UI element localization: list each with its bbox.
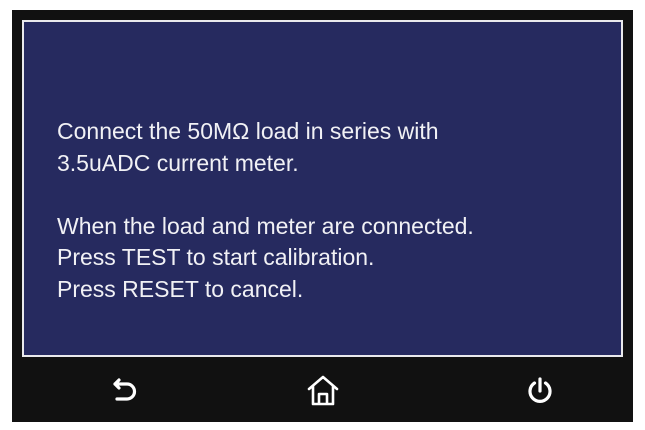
footer-bar — [12, 359, 633, 422]
message-panel: Connect the 50MΩ load in series with 3.5… — [22, 20, 623, 357]
instruction-line-2: 3.5uADC current meter. — [57, 149, 299, 176]
back-arrow-icon — [110, 376, 140, 406]
power-button[interactable] — [516, 367, 564, 415]
home-icon — [306, 374, 340, 408]
instruction-line-3: When the load and meter are connected. — [57, 212, 474, 239]
calibration-instructions: Connect the 50MΩ load in series with 3.5… — [57, 116, 617, 305]
home-button[interactable] — [299, 367, 347, 415]
instruction-line-1: Connect the 50MΩ load in series with — [57, 118, 439, 144]
back-button[interactable] — [101, 367, 149, 415]
instruction-line-4: Press TEST to start calibration. — [57, 244, 375, 270]
device-screen: Connect the 50MΩ load in series with 3.5… — [12, 10, 633, 422]
instruction-line-5: Press RESET to cancel. — [57, 275, 304, 302]
power-icon — [525, 376, 555, 406]
